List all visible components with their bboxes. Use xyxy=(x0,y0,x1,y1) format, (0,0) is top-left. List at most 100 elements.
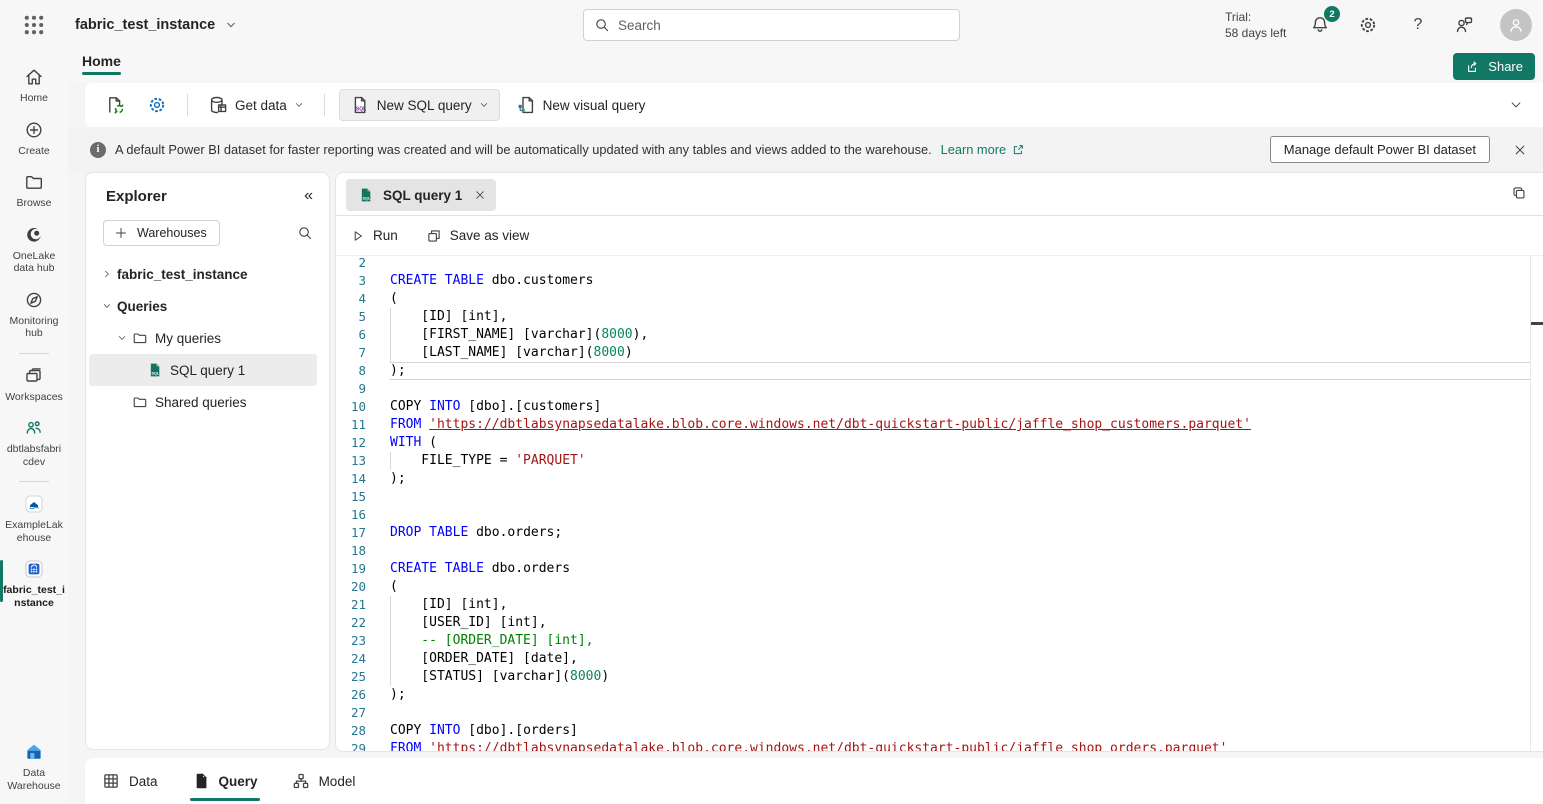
chevron-down-icon xyxy=(117,333,127,343)
chevron-down-icon xyxy=(102,301,112,311)
banner-close-icon[interactable] xyxy=(1513,143,1527,157)
code-editor[interactable]: 23CREATE TABLE dbo.customers4(5 [ID] [in… xyxy=(336,256,1543,751)
refresh-button[interactable] xyxy=(99,90,131,120)
line-number: 23 xyxy=(336,632,366,650)
code-line[interactable]: 9 xyxy=(336,380,1530,398)
rail-item-home[interactable]: Home xyxy=(0,60,68,113)
rail-item-browse[interactable]: Browse xyxy=(0,165,68,218)
view-tab-query[interactable]: Query xyxy=(190,758,260,804)
code-line[interactable]: 5 [ID] [int], xyxy=(336,308,1530,326)
copy-icon[interactable] xyxy=(1511,185,1527,201)
explorer-search-icon[interactable] xyxy=(297,225,313,241)
code-line[interactable]: 15 xyxy=(336,488,1530,506)
line-number: 9 xyxy=(336,380,366,398)
rail-item-dbtlabsfabricdev[interactable]: dbtlabsfabri cdev xyxy=(0,411,68,476)
help-button[interactable]: ? xyxy=(1406,13,1430,37)
rail-item-create[interactable]: Create xyxy=(0,113,68,166)
code-line[interactable]: 28COPY INTO [dbo].[orders] xyxy=(336,722,1530,740)
code-line[interactable]: 18 xyxy=(336,542,1530,560)
tab-home[interactable]: Home xyxy=(82,53,121,75)
search-input[interactable] xyxy=(618,18,949,33)
rail-item-fabric-test-instance[interactable]: fabric_test_i nstance xyxy=(0,552,68,617)
code-line[interactable]: 7 [LAST_NAME] [varchar](8000) xyxy=(336,344,1530,362)
code-line[interactable]: 19CREATE TABLE dbo.orders xyxy=(336,560,1530,578)
code-line[interactable]: 11FROM 'https://dbtlabsynapsedatalake.bl… xyxy=(336,416,1530,434)
feedback-button[interactable] xyxy=(1452,13,1476,37)
person-icon xyxy=(1507,16,1525,34)
tree-item-my-queries[interactable]: My queries xyxy=(89,322,317,354)
code-line[interactable]: 27 xyxy=(336,704,1530,722)
query-doc-icon xyxy=(192,772,210,790)
line-number: 7 xyxy=(336,344,366,362)
close-tab-icon[interactable] xyxy=(474,189,486,201)
add-warehouses-button[interactable]: Warehouses xyxy=(103,220,220,246)
code-line[interactable]: 4( xyxy=(336,290,1530,308)
notifications-button[interactable]: 2 xyxy=(1308,13,1332,37)
tree-item-shared-queries[interactable]: Shared queries xyxy=(89,386,317,418)
share-button[interactable]: Share xyxy=(1453,53,1535,80)
code-line[interactable]: 2 xyxy=(336,254,1530,272)
explorer-title: Explorer xyxy=(106,188,167,205)
line-number: 11 xyxy=(336,416,366,434)
toolbar-divider xyxy=(324,94,325,116)
line-number: 15 xyxy=(336,488,366,506)
code-line[interactable]: 22 [USER_ID] [int], xyxy=(336,614,1530,632)
line-number: 24 xyxy=(336,650,366,668)
rail-item-workspaces[interactable]: Workspaces xyxy=(0,359,68,412)
get-data-button[interactable]: Get data xyxy=(202,90,310,120)
code-line[interactable]: 16 xyxy=(336,506,1530,524)
view-tab-model[interactable]: Model xyxy=(290,758,358,804)
line-number: 29 xyxy=(336,740,366,751)
manage-dataset-button[interactable]: Manage default Power BI dataset xyxy=(1270,136,1490,163)
line-number: 8 xyxy=(336,362,366,380)
code-line[interactable]: 26); xyxy=(336,686,1530,704)
collapse-panel-icon[interactable]: « xyxy=(304,187,313,205)
chevron-right-icon xyxy=(102,269,112,279)
tree-item-fabric-test-instance[interactable]: fabric_test_instance xyxy=(89,258,317,290)
rail-item-data-warehouse[interactable]: Data Warehouse xyxy=(0,735,68,800)
code-line[interactable]: 21 [ID] [int], xyxy=(336,596,1530,614)
view-switcher-bar: Data Query Model xyxy=(85,758,1543,804)
trial-status: Trial: 58 days left xyxy=(1225,9,1286,41)
save-as-view-button[interactable]: Save as view xyxy=(426,228,530,244)
settings-button[interactable] xyxy=(1356,13,1380,37)
workspace-switcher[interactable]: fabric_test_instance xyxy=(75,0,237,50)
code-line[interactable]: 29FROM 'https://dbtlabsynapsedatalake.bl… xyxy=(336,740,1530,751)
code-line[interactable]: 20( xyxy=(336,578,1530,596)
editor-tabstrip: SQL SQL query 1 xyxy=(336,173,1543,216)
code-line[interactable]: 25 [STATUS] [varchar](8000) xyxy=(336,668,1530,686)
code-line[interactable]: 8); xyxy=(336,362,1530,380)
code-line[interactable]: 3CREATE TABLE dbo.customers xyxy=(336,272,1530,290)
global-search[interactable] xyxy=(583,9,960,41)
account-avatar[interactable] xyxy=(1500,9,1532,41)
new-visual-query-button[interactable]: New visual query xyxy=(510,90,652,120)
code-line[interactable]: 13 FILE_TYPE = 'PARQUET' xyxy=(336,452,1530,470)
new-sql-query-button[interactable]: SQL New SQL query xyxy=(339,89,500,121)
code-line[interactable]: 12WITH ( xyxy=(336,434,1530,452)
sql-doc-icon: SQL xyxy=(350,95,370,115)
view-tab-data[interactable]: Data xyxy=(100,758,160,804)
run-button[interactable]: Run xyxy=(351,228,398,243)
code-line[interactable]: 23 -- [ORDER_DATE] [int], xyxy=(336,632,1530,650)
code-line[interactable]: 24 [ORDER_DATE] [date], xyxy=(336,650,1530,668)
code-line[interactable]: 10COPY INTO [dbo].[customers] xyxy=(336,398,1530,416)
tree-item-queries[interactable]: Queries xyxy=(89,290,317,322)
tree-item-sql-query-1[interactable]: SQLSQL query 1 xyxy=(89,354,317,386)
line-number: 3 xyxy=(336,272,366,290)
query-command-bar: Run Save as view xyxy=(336,216,1543,256)
rail-item-onelake-data-hub[interactable]: OneLake data hub xyxy=(0,218,68,283)
play-icon xyxy=(351,229,365,243)
line-number: 14 xyxy=(336,470,366,488)
code-line[interactable]: 17DROP TABLE dbo.orders; xyxy=(336,524,1530,542)
learn-more-link[interactable]: Learn more xyxy=(941,142,1025,157)
app-launcher-icon[interactable] xyxy=(22,13,46,37)
overview-ruler[interactable] xyxy=(1530,256,1543,751)
query-tab[interactable]: SQL SQL query 1 xyxy=(346,179,496,211)
warehouse-settings-button[interactable] xyxy=(141,90,173,120)
rail-item-monitoring-hub[interactable]: Monitoring hub xyxy=(0,283,68,348)
rail-item-examplelakehouse[interactable]: ExampleLak ehouse xyxy=(0,487,68,552)
code-line[interactable]: 14); xyxy=(336,470,1530,488)
monitoring-icon xyxy=(24,290,44,310)
ribbon-collapse-chevron[interactable] xyxy=(1509,98,1523,112)
code-line[interactable]: 6 [FIRST_NAME] [varchar](8000), xyxy=(336,326,1530,344)
